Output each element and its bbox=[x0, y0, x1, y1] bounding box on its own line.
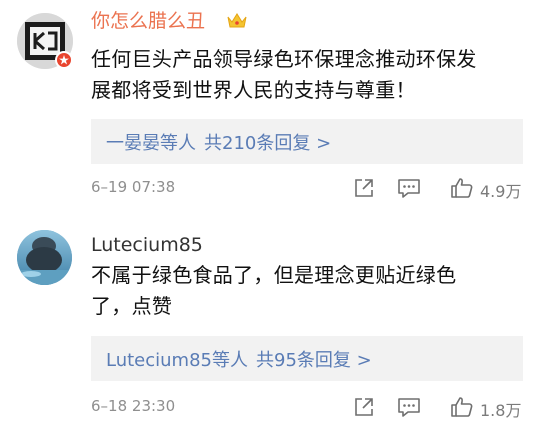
share-button[interactable] bbox=[351, 175, 377, 201]
crown-icon bbox=[227, 13, 247, 28]
like-button[interactable] bbox=[449, 175, 475, 201]
like-count: 1.8万 bbox=[480, 401, 522, 420]
reply-summary[interactable]: Lutecium85等人 共95条回复 > bbox=[91, 336, 523, 381]
comment-line: 了，点赞 bbox=[91, 294, 173, 318]
avatar[interactable] bbox=[17, 230, 72, 285]
star-icon bbox=[59, 55, 69, 65]
reply-button[interactable] bbox=[396, 175, 422, 201]
timestamp: 6–18 23:30 bbox=[91, 397, 176, 415]
comment-icon bbox=[398, 179, 420, 198]
comment-item: Lutecium85 不属于绿色食品了，但是理念更贴近绿色 了，点赞 Lutec… bbox=[0, 215, 539, 428]
comment-line: 任何巨头产品领导绿色环保理念推动环保发 bbox=[91, 47, 477, 71]
username[interactable]: 你怎么腊么丑 bbox=[91, 9, 205, 33]
like-count: 4.9万 bbox=[480, 182, 522, 201]
thumbs-up-icon bbox=[451, 178, 473, 198]
comment-line: 不属于绿色食品了，但是理念更贴近绿色 bbox=[91, 263, 457, 287]
reply-summary[interactable]: 一晏晏等人 共210条回复 > bbox=[91, 119, 523, 164]
timestamp: 6–19 07:38 bbox=[91, 178, 176, 196]
comment-body: 不属于绿色食品了，但是理念更贴近绿色 了，点赞 bbox=[91, 260, 521, 322]
username[interactable]: Lutecium85 bbox=[91, 233, 203, 257]
vip-badge bbox=[55, 51, 73, 69]
thumbs-up-icon bbox=[451, 397, 473, 417]
comment-body: 任何巨头产品领导绿色环保理念推动环保发 展都将受到世界人民的支持与尊重！ bbox=[91, 44, 521, 106]
reply-count-link[interactable]: 共95条回复 > bbox=[256, 346, 372, 372]
share-button[interactable] bbox=[351, 394, 377, 420]
reply-authors[interactable]: 一晏晏等人 bbox=[106, 129, 196, 155]
reply-authors[interactable]: Lutecium85等人 bbox=[106, 346, 248, 372]
comment-meta: 6–19 07:38 4.9万 bbox=[91, 175, 531, 203]
reply-count-link[interactable]: 共210条回复 > bbox=[204, 129, 331, 155]
avatar-image-icon bbox=[17, 230, 72, 285]
comment-icon bbox=[398, 398, 420, 417]
comment-meta: 6–18 23:30 1.8万 bbox=[91, 394, 531, 422]
comment-line: 展都将受到世界人民的支持与尊重！ bbox=[91, 78, 416, 102]
like-button[interactable] bbox=[449, 394, 475, 420]
comment-item: 你怎么腊么丑 任何巨头产品领导绿色环保理念推动环保发 展都将受到世界人民的支持与… bbox=[0, 0, 539, 215]
share-icon bbox=[355, 179, 373, 197]
share-icon bbox=[355, 398, 373, 416]
reply-button[interactable] bbox=[396, 394, 422, 420]
